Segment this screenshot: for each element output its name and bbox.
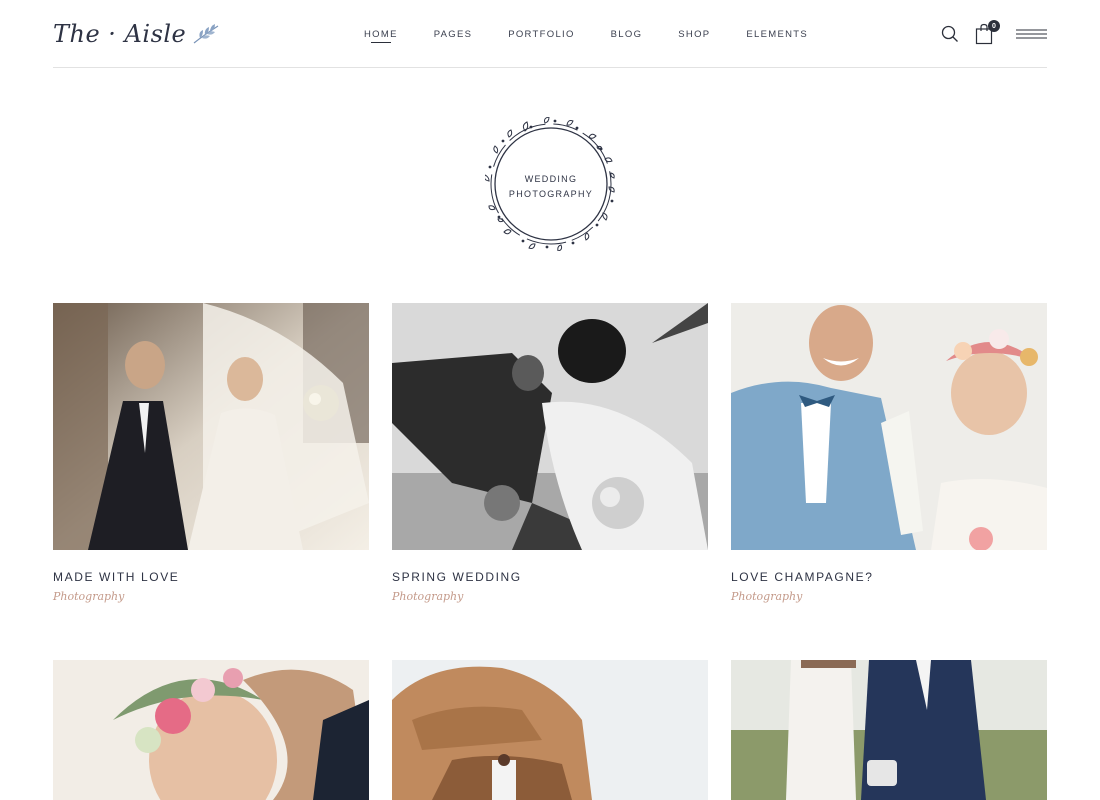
nav-item-elements[interactable]: ELEMENTS [728,0,826,68]
portfolio-image-flower-crown[interactable] [53,660,369,800]
logo-text: The · Aisle [53,20,187,48]
photo-couple-rock [392,660,708,800]
portfolio-item[interactable] [731,660,1047,800]
hamburger-menu-icon [1016,29,1047,39]
nav-item-portfolio[interactable]: PORTFOLIO [490,0,592,68]
portfolio-image-spring-wedding[interactable] [392,303,708,550]
portfolio-item-category[interactable]: Photography [731,590,1047,603]
nav-item-shop[interactable]: SHOP [660,0,728,68]
portfolio-item[interactable]: LOVE CHAMPAGNE? Photography [731,303,1047,603]
portfolio-item-category[interactable]: Photography [392,590,708,603]
photo-couple-kissing-bw [392,303,708,550]
photo-couple-running [53,303,369,550]
nav-item-home[interactable]: HOME [346,0,416,68]
photo-couple-field [731,660,1047,800]
site-logo[interactable]: The · Aisle [53,18,220,50]
badge-line-1: WEDDING [524,174,578,184]
portfolio-item-category[interactable]: Photography [53,590,369,603]
portfolio-image-rock-coast[interactable] [392,660,708,800]
portfolio-item[interactable]: MADE WITH LOVE Photography [53,303,369,603]
leaf-icon [193,24,219,44]
portfolio-item[interactable] [53,660,369,800]
search-button[interactable] [941,25,959,43]
nav-item-blog[interactable]: BLOG [593,0,661,68]
portfolio-item[interactable]: SPRING WEDDING Photography [392,303,708,603]
menu-button[interactable] [1016,27,1047,41]
portfolio-item[interactable] [392,660,708,800]
main-nav: HOME PAGES PORTFOLIO BLOG SHOP ELEMENTS [346,0,826,68]
wedding-photography-badge: WEDDING PHOTOGRAPHY [484,116,617,252]
portfolio-item-title[interactable]: LOVE CHAMPAGNE? [731,570,1047,584]
site-header: The · Aisle HOME PAGES PORTFOLIO BLOG SH… [53,0,1047,68]
search-icon [941,25,958,42]
badge-line-2: PHOTOGRAPHY [508,189,594,199]
cart-button[interactable]: 0 [974,20,1000,45]
cart-count-badge: 0 [988,20,1000,32]
header-tools: 0 [941,20,1047,46]
portfolio-item-title[interactable]: MADE WITH LOVE [53,570,369,584]
photo-couple-champagne [731,303,1047,550]
portfolio-item-title[interactable]: SPRING WEDDING [392,570,708,584]
portfolio-image-champagne[interactable] [731,303,1047,550]
photo-flower-crown [53,660,369,800]
badge-text: WEDDING PHOTOGRAPHY [485,172,617,202]
nav-item-pages[interactable]: PAGES [416,0,491,68]
portfolio-image-couple-running[interactable] [53,303,369,550]
portfolio-image-field-couple[interactable] [731,660,1047,800]
